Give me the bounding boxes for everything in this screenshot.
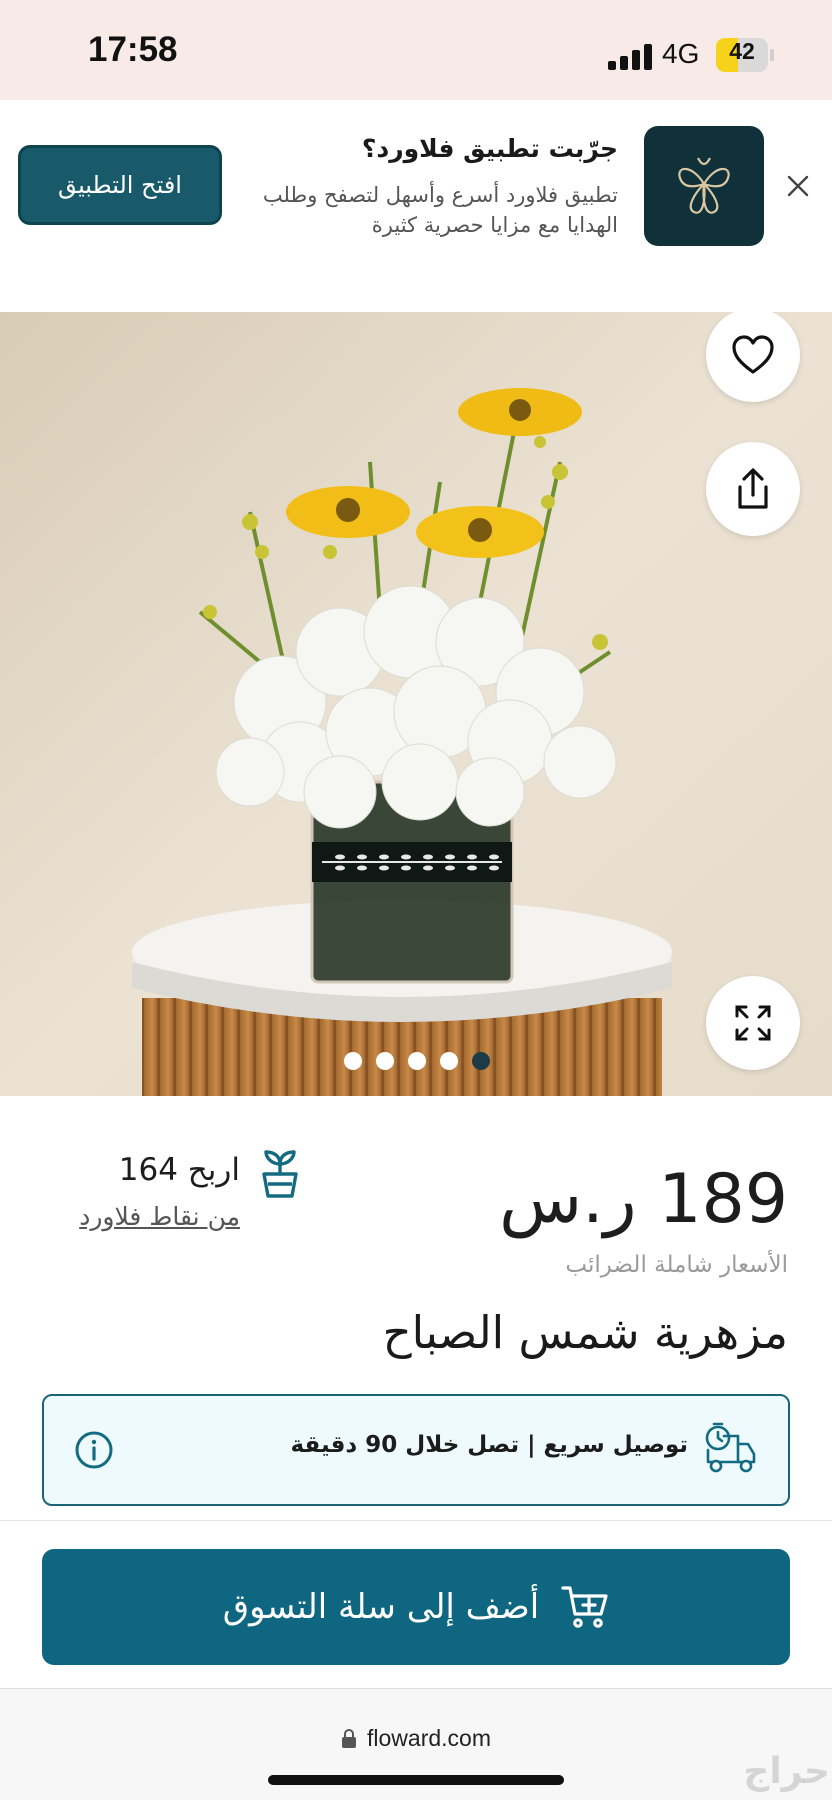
pagination-dot[interactable] (376, 1052, 394, 1070)
floward-logo-icon (644, 126, 764, 246)
product-gallery[interactable] (0, 312, 832, 1096)
product-price: 189 ر.س (499, 1160, 788, 1239)
heart-icon (732, 335, 774, 374)
pagination-dot[interactable] (408, 1052, 426, 1070)
plant-icon (258, 1150, 302, 1200)
expand-icon (735, 1005, 771, 1041)
points-earn: اربح 164 (118, 1152, 240, 1188)
share-icon (738, 468, 768, 509)
pagination-dot[interactable] (440, 1052, 458, 1070)
product-image (0, 312, 832, 1096)
banner-description: تطبيق فلاورد أسرع وأسهل لتصفح وطلب الهدا… (262, 183, 618, 237)
lock-icon (342, 1728, 356, 1748)
haraj-watermark: حراج (743, 1751, 830, 1792)
app-install-banner: افتح التطبيق جرّبت تطبيق فلاورد؟ تطبيق ف… (0, 100, 832, 310)
browser-url-bar[interactable]: floward.com حراج (0, 1688, 832, 1800)
battery-icon: 42 (716, 38, 774, 72)
status-time: 17:58 (88, 30, 178, 69)
info-icon[interactable] (74, 1430, 114, 1470)
fullscreen-button[interactable] (706, 976, 800, 1070)
delivery-truck-icon (702, 1422, 758, 1476)
close-icon[interactable] (780, 168, 816, 204)
delivery-text: توصيل سريع | تصل خلال 90 دقيقة (290, 1432, 688, 1458)
delivery-info-box[interactable]: توصيل سريع | تصل خلال 90 دقيقة (42, 1394, 790, 1506)
network-type: 4G (662, 38, 700, 69)
gallery-pagination (344, 1052, 490, 1070)
share-button[interactable] (706, 442, 800, 536)
battery-level: 42 (729, 38, 755, 64)
product-title: مزهرية شمس الصباح (382, 1306, 788, 1359)
bottom-action-bar: أضف إلى سلة التسوق (0, 1520, 832, 1688)
pagination-dot-active[interactable] (472, 1052, 490, 1070)
add-to-cart-button[interactable]: أضف إلى سلة التسوق (42, 1549, 790, 1665)
home-indicator[interactable] (268, 1775, 564, 1785)
signal-icon (608, 44, 652, 70)
banner-title: جرّبت تطبيق فلاورد؟ (361, 134, 618, 163)
status-bar: 17:58 4G 42 (0, 0, 832, 100)
open-app-button[interactable]: افتح التطبيق (18, 145, 222, 225)
pagination-dot[interactable] (344, 1052, 362, 1070)
floward-points-link[interactable]: من نقاط فلاورد (52, 1202, 240, 1231)
tax-note: الأسعار شاملة الضرائب (565, 1252, 788, 1278)
favorite-button[interactable] (706, 312, 800, 402)
url-text: floward.com (367, 1725, 491, 1751)
add-to-cart-label: أضف إلى سلة التسوق (222, 1587, 540, 1627)
cart-plus-icon (561, 1586, 608, 1628)
